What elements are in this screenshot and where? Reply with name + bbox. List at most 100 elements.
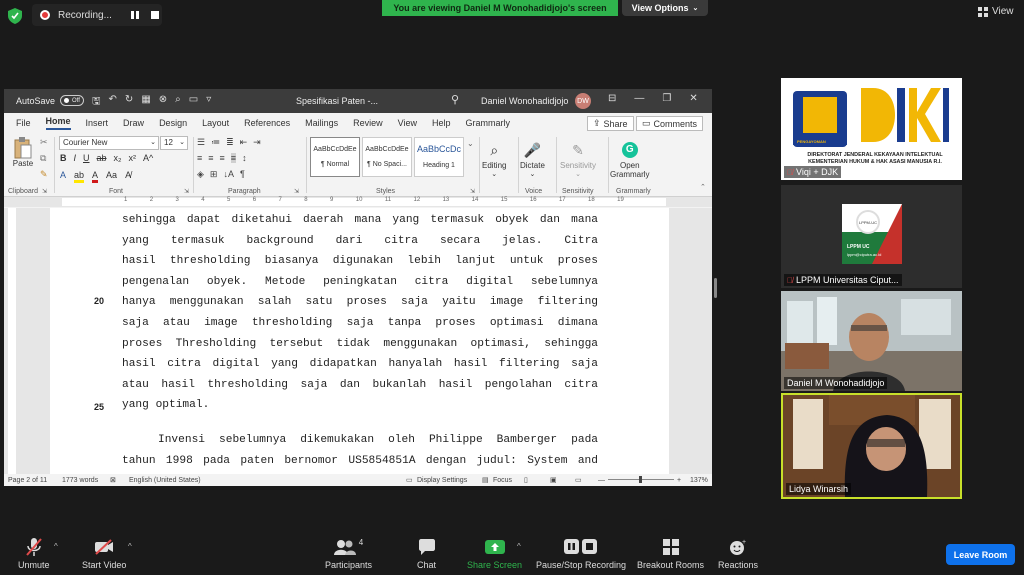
zoom-slider-thumb[interactable] (639, 476, 642, 483)
page-count[interactable]: Page 2 of 11 (8, 477, 47, 484)
pause-stop-recording-button[interactable]: Pause/Stop Recording (536, 538, 626, 570)
tab-review[interactable]: Review (353, 118, 383, 128)
tab-file[interactable]: File (16, 118, 31, 128)
style-normal[interactable]: AaBbCcDdEe ¶ Normal (310, 137, 360, 177)
highlight-icon[interactable]: ab (74, 170, 85, 183)
align-right-icon[interactable]: ≡ (220, 153, 225, 163)
participant-tile-lidya[interactable]: Lidya Winarsih (781, 393, 962, 499)
tab-references[interactable]: References (244, 118, 290, 128)
read-mode-icon[interactable]: ▯ (524, 476, 528, 484)
paragraph-launcher-icon[interactable]: ⇲ (294, 188, 299, 195)
tab-grammarly[interactable]: Grammarly (466, 118, 511, 128)
language[interactable]: English (United States) (129, 477, 201, 484)
subscript-icon[interactable]: x₂ (114, 153, 122, 163)
tab-help[interactable]: Help (432, 118, 451, 128)
tab-design[interactable]: Design (159, 118, 187, 128)
share-options-chevron-icon[interactable]: ^ (517, 542, 521, 551)
minimize-icon[interactable]: — (634, 93, 644, 104)
font-color-icon[interactable]: A (92, 170, 99, 183)
zoom-level[interactable]: 137% (690, 477, 708, 484)
open-grammarly-button[interactable]: G Open Grammarly (610, 139, 650, 179)
italic-icon[interactable]: I (74, 153, 77, 163)
leave-room-button[interactable]: Leave Room (946, 544, 1015, 565)
focus-icon[interactable]: ▤ (482, 476, 489, 484)
view-button[interactable]: View (978, 6, 1014, 17)
breakout-rooms-button[interactable]: Breakout Rooms (637, 538, 704, 570)
dictate-button[interactable]: 🎤 Dictate ⌄ (520, 139, 545, 179)
touch-mode-icon[interactable]: ⊗ (159, 94, 167, 111)
shading-icon[interactable]: ◈ (197, 169, 204, 180)
print-layout-icon[interactable]: ▣ (550, 476, 557, 484)
zoom-out-icon[interactable]: — (598, 477, 605, 484)
autosave-toggle[interactable]: Off (60, 95, 84, 106)
proofing-icon[interactable]: ⊠ (110, 476, 116, 484)
chat-button[interactable]: Chat (417, 538, 436, 570)
increase-indent-icon[interactable]: ⇥ (253, 137, 261, 148)
view-options-button[interactable]: View Options ⌄ (622, 0, 708, 16)
unmute-button[interactable]: Unmute (18, 538, 50, 570)
editing-button[interactable]: ⌕ Editing ⌄ (482, 139, 506, 179)
shield-icon[interactable] (8, 8, 22, 24)
document-page[interactable]: 20 25 sehingga dapat diketahui daerah ma… (50, 208, 669, 474)
avatar[interactable]: DW (575, 93, 591, 109)
video-options-chevron-icon[interactable]: ^ (128, 542, 132, 551)
align-left-icon[interactable]: ≡ (197, 153, 202, 163)
redo-icon[interactable]: ↻ (125, 94, 133, 111)
save-icon[interactable]: 🖫 (92, 94, 101, 111)
cut-icon[interactable]: ✂ (40, 137, 48, 148)
bold-icon[interactable]: B (60, 153, 67, 163)
restore-icon[interactable]: ❐ (662, 93, 671, 104)
focus-mode[interactable]: Focus (493, 477, 512, 484)
share-button[interactable]: ⇪ Share (587, 116, 634, 131)
document-text[interactable]: sehingga dapat diketahui daerah mana yan… (122, 210, 598, 471)
close-icon[interactable]: ✕ (689, 93, 697, 104)
find-icon[interactable]: ⌕ (175, 94, 181, 111)
justify-icon[interactable]: ≡ (230, 153, 237, 163)
styles-launcher-icon[interactable]: ⇲ (470, 188, 475, 195)
multilevel-icon[interactable]: ≣ (226, 137, 234, 148)
tab-view[interactable]: View (398, 118, 417, 128)
participant-tile-lppm[interactable]: LPPM-UC LPPM UC lppm@ciputra.ac.id 🎙̸ LP… (781, 185, 962, 288)
numbering-icon[interactable]: ≔ (211, 137, 220, 148)
superscript-icon[interactable]: x² (129, 153, 137, 163)
paste-button[interactable]: Paste (12, 137, 34, 173)
participant-tile-daniel[interactable]: Daniel M Wonohadidjojo (781, 291, 962, 391)
show-marks-icon[interactable]: ¶ (240, 169, 245, 180)
underline-icon[interactable]: U (83, 153, 90, 163)
participants-button[interactable]: 4 Participants (325, 538, 372, 570)
ribbon-display-icon[interactable]: ⊟ (608, 93, 616, 104)
share-screen-button[interactable]: Share Screen (467, 538, 522, 570)
line-spacing-icon[interactable]: ↕ (242, 153, 247, 163)
strikethrough-icon[interactable]: ab (97, 153, 107, 163)
decrease-indent-icon[interactable]: ⇤ (240, 137, 248, 148)
style-no-spacing[interactable]: AaBbCcDdEe ¶ No Spaci... (362, 137, 412, 177)
styles-gallery-chevron-icon[interactable]: ⌄ (467, 139, 474, 148)
tab-mailings[interactable]: Mailings (305, 118, 338, 128)
reactions-button[interactable]: + Reactions (718, 538, 758, 570)
tab-insert[interactable]: Insert (86, 118, 109, 128)
pause-recording-icon[interactable] (130, 11, 140, 19)
grow-font-icon[interactable]: A^ (143, 153, 153, 163)
font-launcher-icon[interactable]: ⇲ (184, 188, 189, 195)
bullets-icon[interactable]: ☰ (197, 137, 205, 148)
collapse-ribbon-icon[interactable]: ⌃ (700, 183, 706, 191)
text-effects-icon[interactable]: A (60, 170, 66, 183)
tab-home[interactable]: Home (45, 116, 71, 130)
sensitivity-button[interactable]: ✎ Sensitivity ⌄ (560, 139, 596, 179)
clipboard-launcher-icon[interactable]: ⇲ (42, 188, 47, 195)
display-settings[interactable]: Display Settings (417, 477, 467, 484)
search-icon[interactable]: ⚲ (451, 93, 459, 106)
spelling-icon[interactable]: ▦ (141, 94, 150, 111)
change-case-icon[interactable]: Aa (106, 170, 117, 183)
format-painter-icon[interactable]: ✎ (40, 169, 48, 180)
word-count[interactable]: 1773 words (62, 477, 98, 484)
clear-format-icon[interactable]: A̸ (125, 170, 131, 183)
start-video-button[interactable]: Start Video (82, 538, 126, 570)
tab-layout[interactable]: Layout (202, 118, 229, 128)
format-icon[interactable]: ▭ (189, 94, 198, 111)
zoom-in-icon[interactable]: + (677, 477, 681, 484)
stop-recording-icon[interactable] (150, 11, 160, 19)
borders-icon[interactable]: ⊞ (210, 169, 218, 180)
font-name-select[interactable]: Courier New ⌄ (59, 136, 159, 150)
audio-options-chevron-icon[interactable]: ^ (54, 542, 58, 551)
